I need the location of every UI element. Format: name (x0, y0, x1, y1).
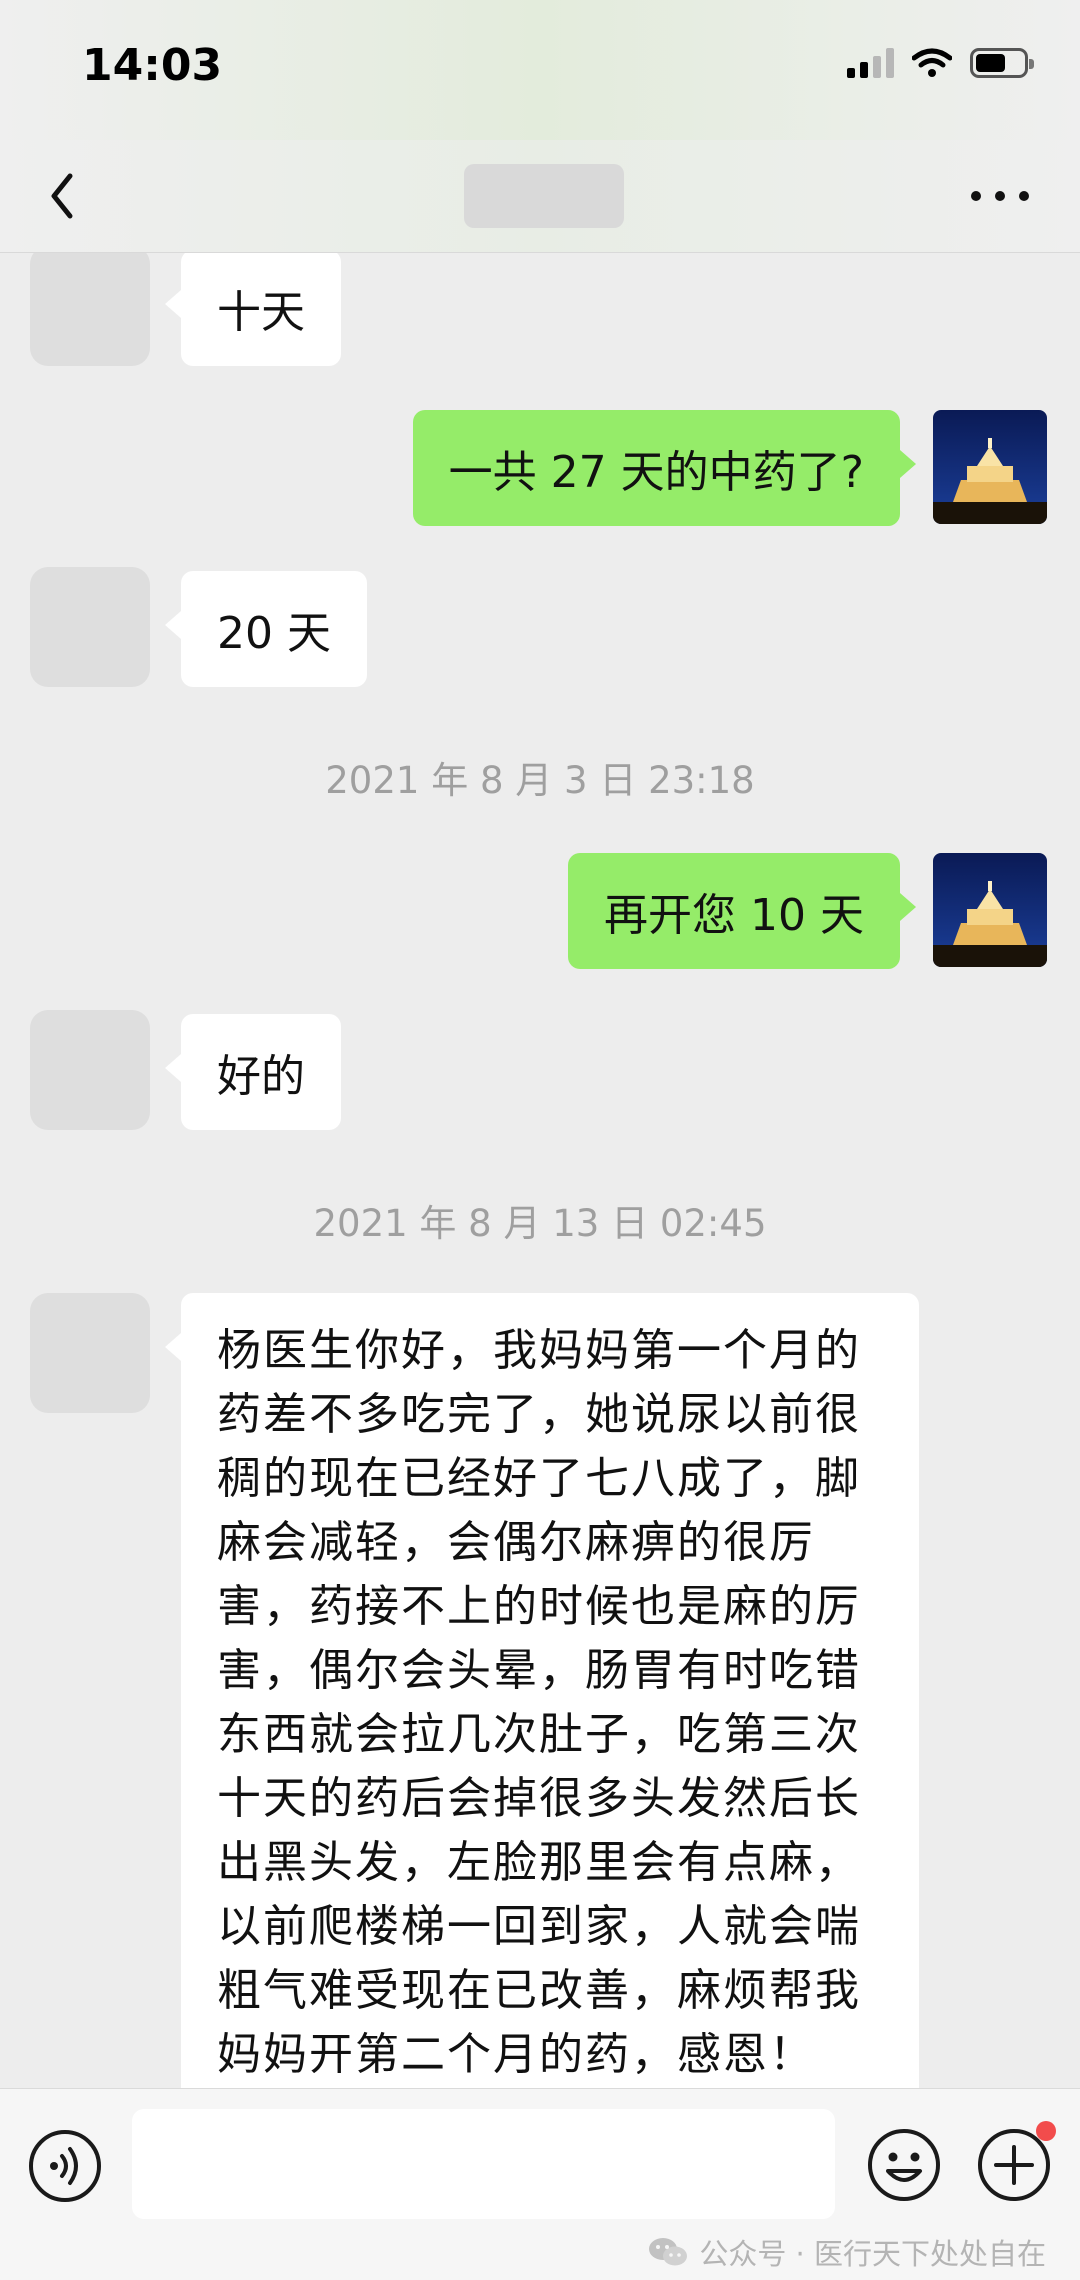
wechat-icon (649, 2238, 688, 2266)
back-icon[interactable] (40, 162, 100, 230)
message-input[interactable] (132, 2109, 835, 2219)
more-icon[interactable] (960, 162, 1040, 230)
message-line: 害，药接不上的时候也是麻的厉 (217, 1581, 861, 1632)
watermark: 公众号 · 医行天下处处自在 (647, 2231, 1046, 2273)
message-line: 粗气难受现在已改善，麻烦帮我 (217, 1965, 861, 2016)
message-line: 杨医生你好，我妈妈第一个月的 (217, 1325, 861, 1376)
message-line: 十天的药后会掉很多头发然后长 (217, 1773, 861, 1824)
contact-avatar[interactable] (30, 253, 150, 366)
message-line: 害，偶尔会头晕，肠胃有时吃错 (217, 1645, 861, 1696)
message-line: 出黑头发，左脸那里会有点麻， (217, 1837, 861, 1888)
message-line: 稠的现在已经好了七八成了，脚 (217, 1453, 861, 1504)
status-time: 14:03 (82, 40, 223, 91)
message-line: 麻会减轻，会偶尔麻痹的很厉 (217, 1517, 815, 1568)
nav-bar (0, 140, 1080, 253)
user-avatar[interactable] (933, 410, 1047, 524)
emoji-icon[interactable] (866, 2127, 942, 2203)
message-bubble-outgoing[interactable]: 一共 27 天的中药了? (412, 410, 917, 526)
signal-icon (847, 48, 894, 78)
status-bar: 14:03 (0, 0, 1080, 140)
notification-badge (1036, 2121, 1056, 2141)
message-bubble-incoming-long[interactable]: 杨医生你好，我妈妈第一个月的 药差不多吃完了，她说尿以前很 稠的现在已经好了七八… (165, 1293, 919, 2088)
message-line: 以前爬楼梯一回到家，人就会喘 (217, 1901, 861, 1952)
message-bubble-incoming[interactable]: 20 天 (165, 571, 367, 687)
message-timestamp: 2021 年 8 月 13 日 02:45 (313, 1202, 767, 1245)
message-bubble-incoming[interactable]: 十天 (165, 253, 341, 366)
user-avatar[interactable] (933, 853, 1047, 967)
message-bubble-incoming[interactable]: 好的 (165, 1014, 341, 1130)
contact-avatar[interactable] (30, 1293, 150, 1413)
message-line: 东西就会拉几次肚子，吃第三次 (217, 1709, 861, 1760)
contact-avatar[interactable] (30, 567, 150, 687)
status-icons (847, 48, 1034, 78)
message-line: 药差不多吃完了，她说尿以前很 (217, 1389, 861, 1440)
message-line: 妈妈开第二个月的药，感恩！ (217, 2029, 815, 2080)
input-bar: 公众号 · 医行天下处处自在 (0, 2088, 1080, 2280)
contact-avatar[interactable] (30, 1010, 150, 1130)
chat-title-redacted (464, 164, 624, 228)
battery-icon (970, 48, 1034, 78)
wifi-icon (912, 48, 952, 77)
message-timestamp: 2021 年 8 月 3 日 23:18 (325, 759, 755, 802)
watermark-text: 公众号 · 医行天下处处自在 (699, 2237, 1046, 2271)
chat-area[interactable]: 十天 一共 27 天的中药了? 20 天 2021 年 8 月 3 日 23:1… (0, 253, 1080, 2088)
message-bubble-outgoing[interactable]: 再开您 10 天 (568, 853, 916, 969)
voice-icon[interactable] (28, 2129, 102, 2203)
